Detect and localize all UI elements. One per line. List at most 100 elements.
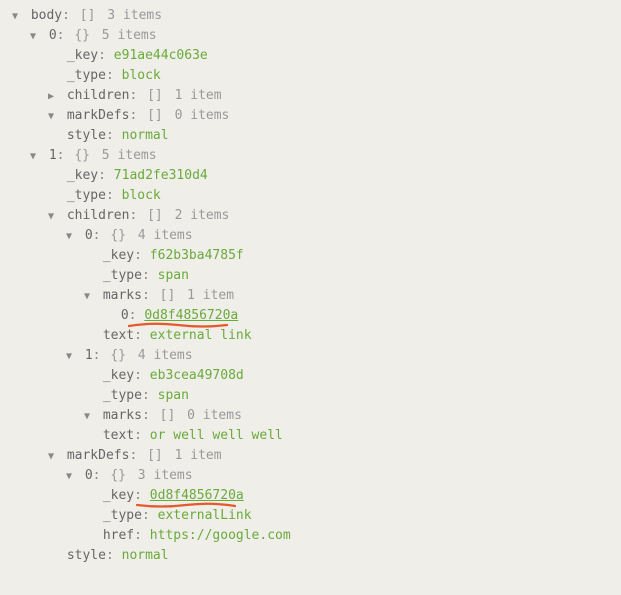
prop-value: f62b3ba4785f (150, 248, 244, 263)
prop-value: normal (122, 548, 169, 563)
prop-value: eb3cea49708d (150, 368, 244, 383)
prop-key[interactable]: · _key: f62b3ba4785f (6, 246, 621, 266)
brackets: {} (74, 28, 90, 43)
prop-label: text (103, 328, 134, 343)
toggle-icon[interactable]: ▼ (64, 227, 74, 246)
node-markdefs[interactable]: ▼ markDefs: [] 1 item (6, 446, 621, 466)
prop-value[interactable]: 0d8f4856720a (144, 308, 238, 323)
prop-value: e91ae44c063e (114, 48, 208, 63)
item-count: 0 items (175, 108, 230, 123)
node-body[interactable]: ▼ body: [] 3 items (6, 6, 621, 26)
prop-label: href (103, 528, 134, 543)
node-child-0[interactable]: ▼ 0: {} 4 items (6, 226, 621, 246)
prop-value: external link (150, 328, 252, 343)
prop-key[interactable]: · _key: e91ae44c063e (6, 46, 621, 66)
prop-text[interactable]: · text: external link (6, 326, 621, 346)
prop-label: style (67, 128, 106, 143)
prop-key[interactable]: · _key: 71ad2fe310d4 (6, 166, 621, 186)
prop-href[interactable]: · href: https://google.com (6, 526, 621, 546)
prop-key[interactable]: · _key: 0d8f4856720a (6, 486, 621, 506)
prop-label: _type (103, 268, 142, 283)
item-count: 3 items (138, 468, 193, 483)
toggle-icon[interactable]: ▼ (46, 107, 56, 126)
prop-value: span (158, 268, 189, 283)
prop-label: _type (67, 68, 106, 83)
prop-type[interactable]: · _type: span (6, 266, 621, 286)
prop-label: _type (67, 188, 106, 203)
node-markdef-0[interactable]: ▼ 0: {} 3 items (6, 466, 621, 486)
toggle-icon[interactable]: ▼ (28, 147, 38, 166)
brackets: {} (110, 228, 126, 243)
prop-text[interactable]: · text: or well well well (6, 426, 621, 446)
node-label: children (67, 88, 130, 103)
toggle-icon[interactable]: ▼ (46, 207, 56, 226)
prop-type[interactable]: · _type: externalLink (6, 506, 621, 526)
item-count: 0 items (187, 408, 242, 423)
prop-value[interactable]: 0d8f4856720a (150, 488, 244, 503)
brackets: [] (147, 208, 163, 223)
prop-label: text (103, 428, 134, 443)
item-count: 5 items (102, 28, 157, 43)
node-index: 0 (121, 308, 129, 323)
prop-label: _key (103, 248, 134, 263)
item-count: 1 item (175, 88, 222, 103)
toggle-icon[interactable]: ▼ (64, 467, 74, 486)
prop-label: _key (67, 48, 98, 63)
item-count: 5 items (102, 148, 157, 163)
item-count: 3 items (107, 8, 162, 23)
toggle-icon[interactable]: ▼ (82, 287, 92, 306)
prop-value: normal (122, 128, 169, 143)
prop-label: _key (103, 488, 134, 503)
item-count: 4 items (138, 228, 193, 243)
item-count: 2 items (175, 208, 230, 223)
node-marks[interactable]: ▼ marks: [] 0 items (6, 406, 621, 426)
toggle-icon[interactable]: ▼ (64, 347, 74, 366)
json-tree: ▼ body: [] 3 items ▼ 0: {} 5 items · _ke… (0, 0, 621, 566)
node-body-0[interactable]: ▼ 0: {} 5 items (6, 26, 621, 46)
brackets: [] (160, 288, 176, 303)
toggle-icon[interactable]: ▼ (46, 447, 56, 466)
node-index: 1 (85, 348, 93, 363)
prop-label: _key (67, 168, 98, 183)
prop-value: https://google.com (150, 528, 291, 543)
toggle-icon[interactable]: ▼ (28, 27, 38, 46)
node-index: 0 (85, 228, 93, 243)
prop-type[interactable]: · _type: span (6, 386, 621, 406)
node-children[interactable]: ▶ children: [] 1 item (6, 86, 621, 106)
prop-value: span (158, 388, 189, 403)
node-label: markDefs (67, 108, 130, 123)
prop-value: or well well well (150, 428, 283, 443)
prop-type[interactable]: · _type: block (6, 186, 621, 206)
node-index: 0 (49, 28, 57, 43)
brackets: [] (147, 108, 163, 123)
node-index: 0 (85, 468, 93, 483)
brackets: [] (147, 448, 163, 463)
prop-style[interactable]: · style: normal (6, 126, 621, 146)
item-count: 1 item (175, 448, 222, 463)
prop-value: block (122, 68, 161, 83)
node-label: children (67, 208, 130, 223)
toggle-icon[interactable]: ▶ (46, 87, 56, 106)
node-markdefs[interactable]: ▼ markDefs: [] 0 items (6, 106, 621, 126)
prop-value: 71ad2fe310d4 (114, 168, 208, 183)
node-body-1[interactable]: ▼ 1: {} 5 items (6, 146, 621, 166)
toggle-icon[interactable]: ▼ (10, 7, 20, 26)
prop-mark-0[interactable]: · 0: 0d8f4856720a (6, 306, 621, 326)
prop-value: block (122, 188, 161, 203)
brackets: [] (147, 88, 163, 103)
node-children[interactable]: ▼ children: [] 2 items (6, 206, 621, 226)
node-child-1[interactable]: ▼ 1: {} 4 items (6, 346, 621, 366)
item-count: 4 items (138, 348, 193, 363)
prop-type[interactable]: · _type: block (6, 66, 621, 86)
node-label: marks (103, 408, 142, 423)
brackets: {} (74, 148, 90, 163)
prop-key[interactable]: · _key: eb3cea49708d (6, 366, 621, 386)
brackets: [] (80, 8, 96, 23)
prop-style[interactable]: · style: normal (6, 546, 621, 566)
brackets: {} (110, 468, 126, 483)
toggle-icon[interactable]: ▼ (82, 407, 92, 426)
prop-label: style (67, 548, 106, 563)
node-marks[interactable]: ▼ marks: [] 1 item (6, 286, 621, 306)
prop-label: _type (103, 508, 142, 523)
prop-value: externalLink (158, 508, 252, 523)
